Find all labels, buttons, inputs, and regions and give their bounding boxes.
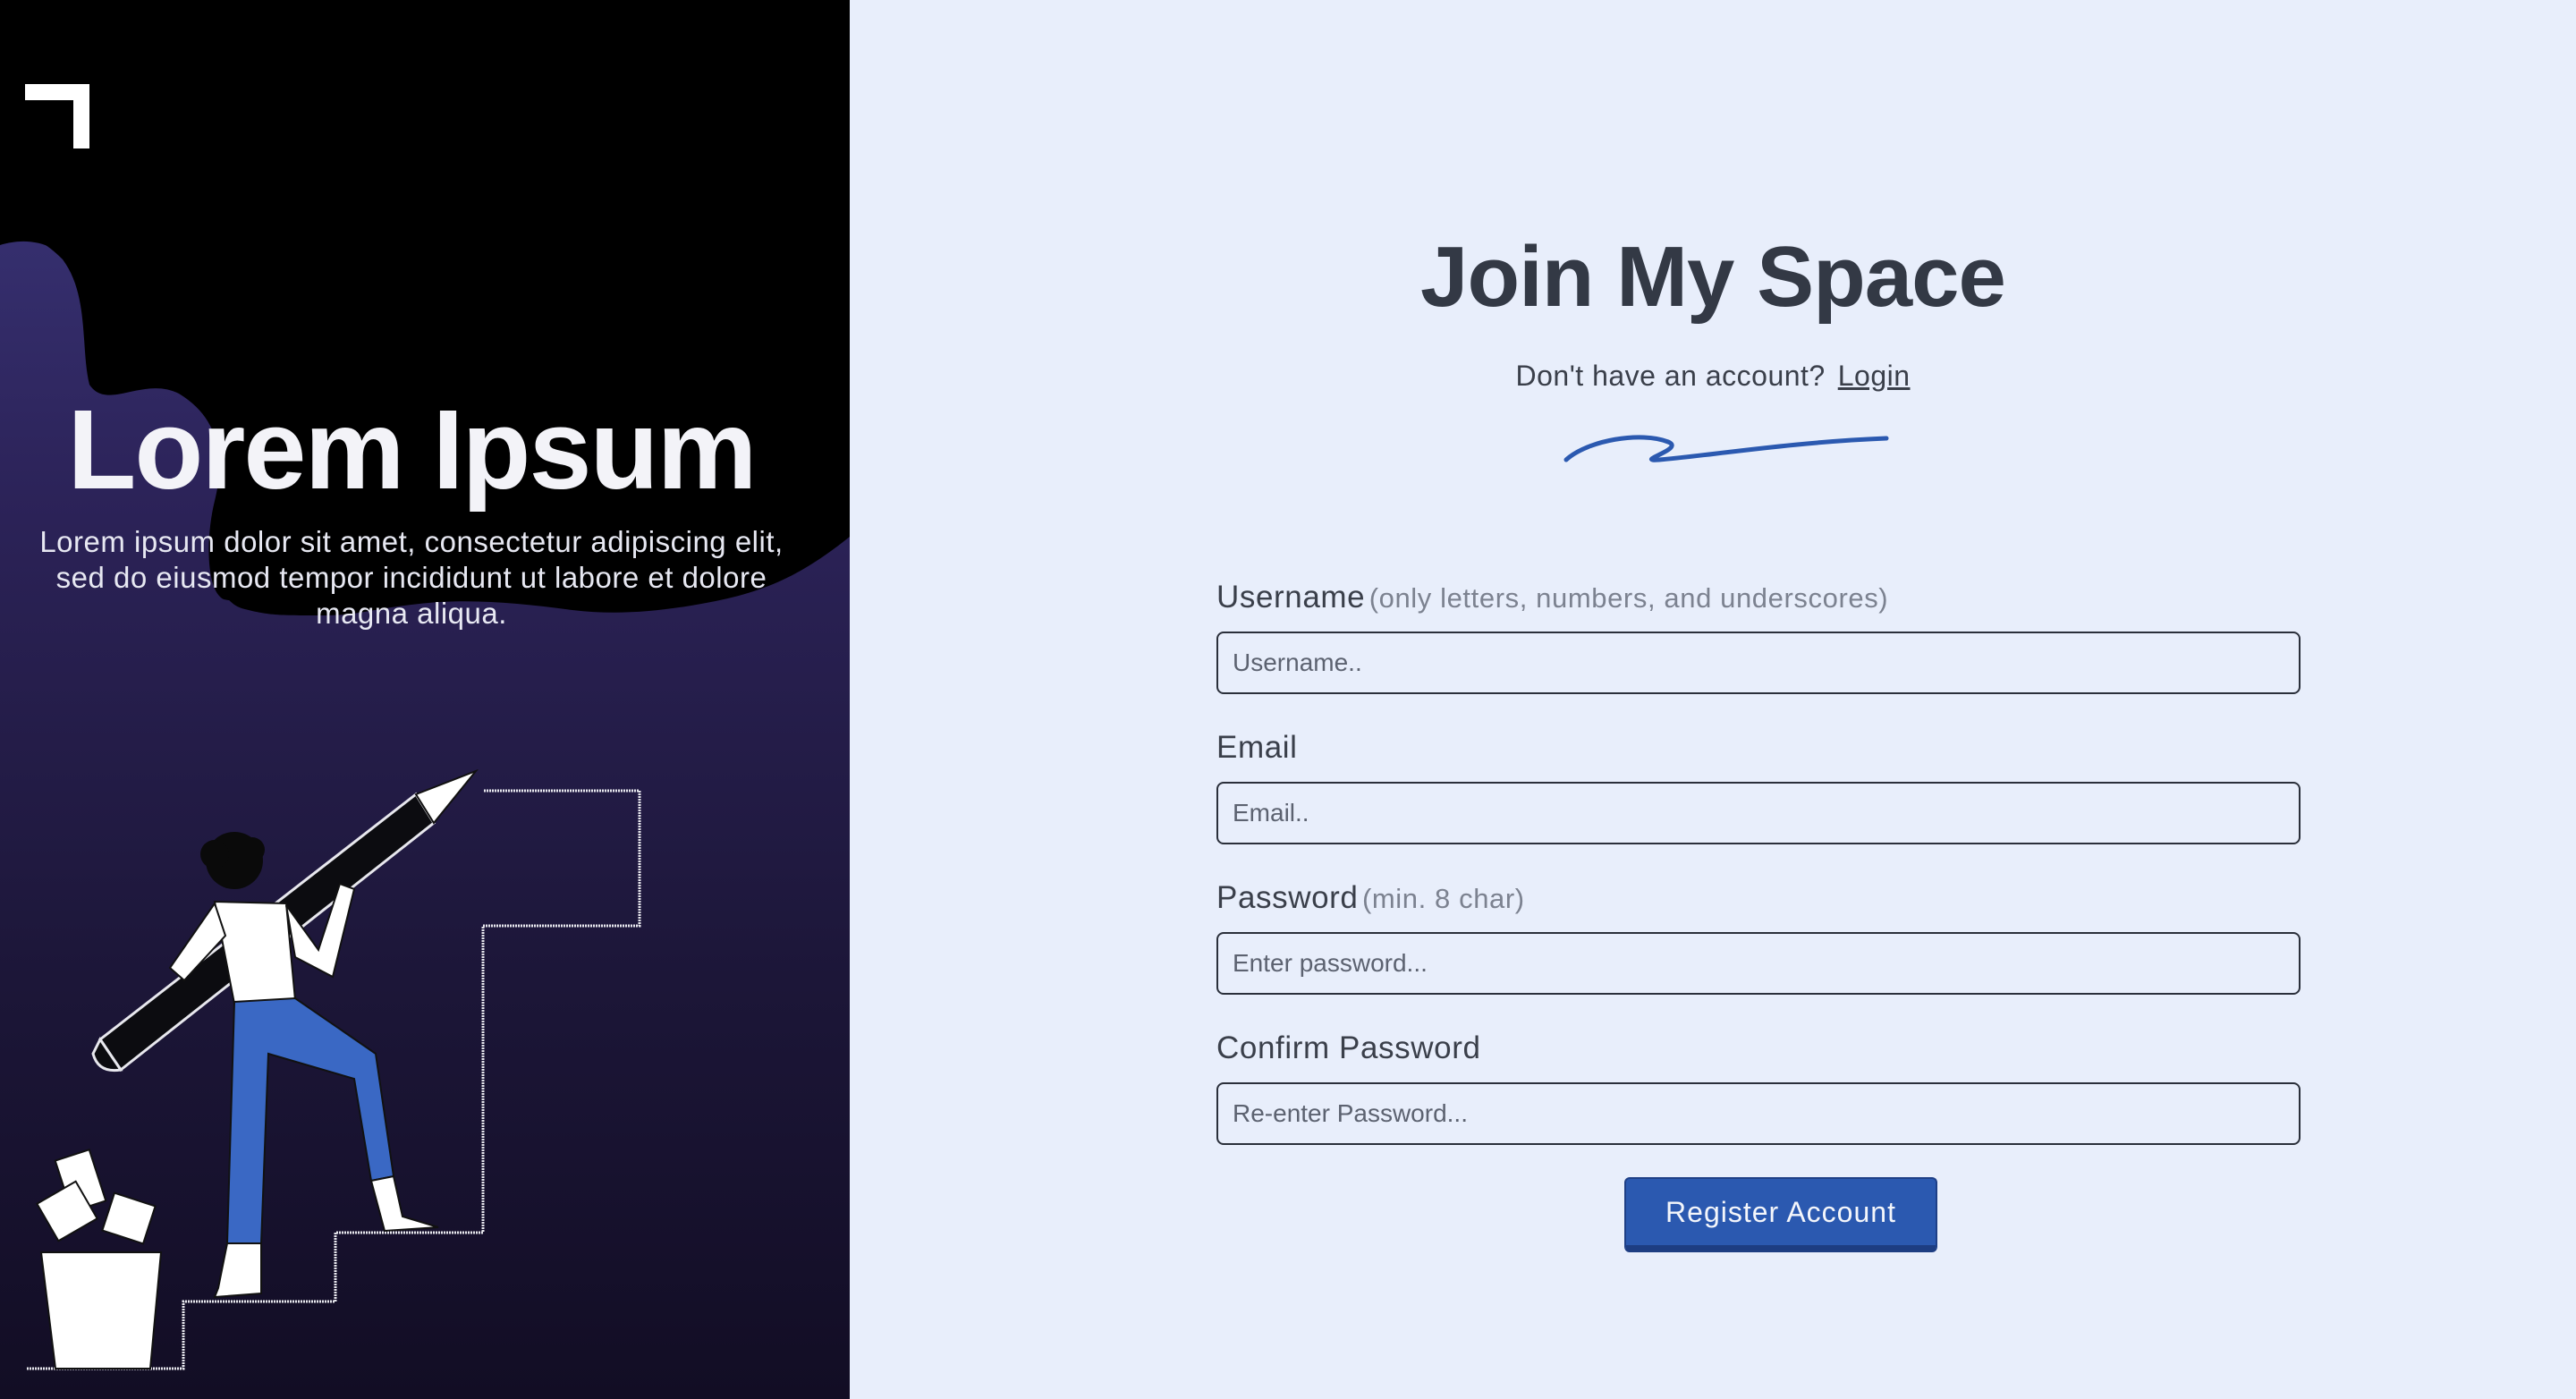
- username-hint: (only letters, numbers, and underscores): [1368, 582, 1889, 614]
- email-label: Email: [1216, 730, 1298, 765]
- corner-bracket-logo-icon[interactable]: [25, 84, 89, 148]
- password-hint: (min. 8 char): [1361, 883, 1525, 914]
- confirm-password-input[interactable]: [1216, 1082, 2301, 1145]
- email-group: Email: [1216, 730, 2304, 844]
- email-input[interactable]: [1216, 782, 2301, 844]
- login-prompt-text: Don't have an account?: [1515, 360, 1826, 392]
- password-input[interactable]: [1216, 932, 2301, 995]
- password-label: Password: [1216, 880, 1359, 915]
- signature-squiggle-icon: [1563, 435, 1889, 462]
- confirm-password-label: Confirm Password: [1216, 1030, 1481, 1065]
- login-link[interactable]: Login: [1838, 360, 1911, 392]
- registration-panel: Join My Space Don't have an account? Logi…: [850, 0, 2576, 1399]
- username-input[interactable]: [1216, 632, 2301, 694]
- form-title: Join My Space: [1420, 229, 2006, 325]
- confirm-password-group: Confirm Password: [1216, 1030, 2304, 1145]
- username-group: Username (only letters, numbers, and und…: [1216, 580, 2304, 694]
- register-account-button[interactable]: Register Account: [1624, 1177, 1937, 1252]
- username-label: Username: [1216, 580, 1366, 615]
- hero-panel: Lorem Ipsum Lorem ipsum dolor sit amet, …: [0, 0, 850, 1399]
- password-group: Password (min. 8 char): [1216, 880, 2304, 995]
- login-prompt: Don't have an account? Login: [850, 360, 2576, 393]
- hero-title: Lorem Ipsum: [67, 386, 757, 513]
- person-carrying-pencil-up-stairs-illustration: [27, 769, 641, 1370]
- paper-pot: [35, 1149, 163, 1369]
- hero-description: Lorem ipsum dolor sit amet, consectetur …: [39, 525, 784, 630]
